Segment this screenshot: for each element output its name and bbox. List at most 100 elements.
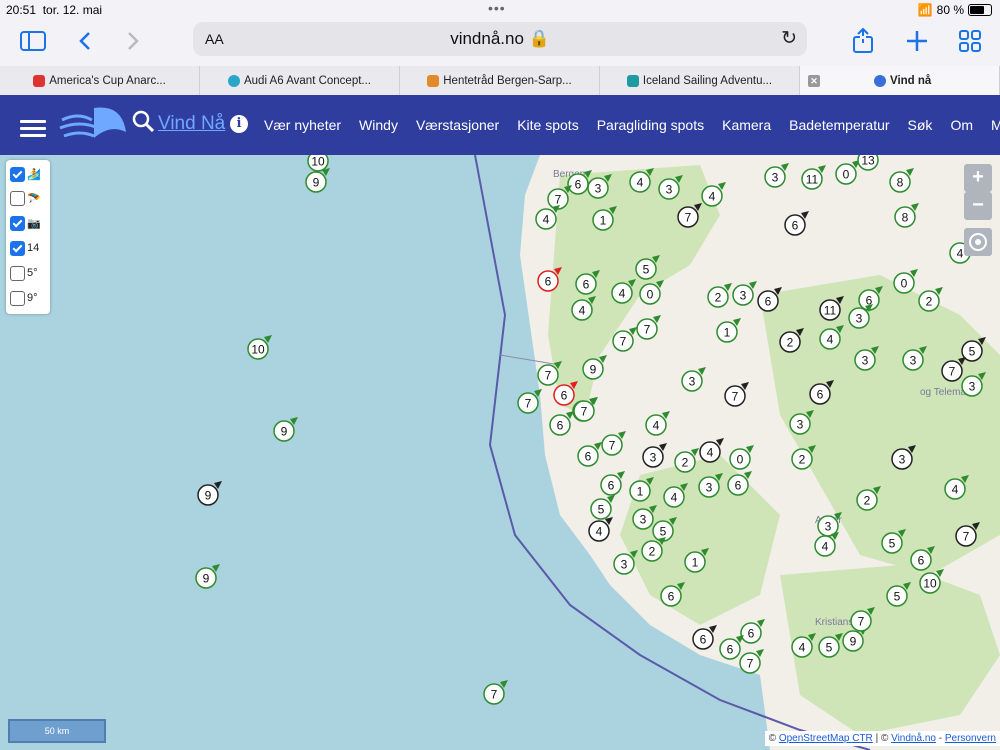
wind-speed-value: 9 bbox=[203, 572, 210, 586]
wind-speed-value: 4 bbox=[799, 641, 806, 655]
layer-control: 🏄 🪂 📷 14 5° 9° bbox=[6, 160, 50, 314]
wind-speed-value: 6 bbox=[792, 219, 799, 233]
osm-link[interactable]: OpenStreetMap CTR bbox=[779, 733, 873, 744]
wind-speed-value: 3 bbox=[856, 312, 863, 326]
wind-speed-value: 3 bbox=[706, 481, 713, 495]
menu-item-windy[interactable]: Windy bbox=[359, 117, 398, 133]
wind-station-marker[interactable]: 9 bbox=[195, 564, 220, 589]
close-tab-icon[interactable]: ✕ bbox=[808, 74, 820, 87]
wind-speed-value: 3 bbox=[689, 375, 696, 389]
menu-item-about[interactable]: Om bbox=[950, 117, 973, 133]
wind-station-marker[interactable]: 9 bbox=[273, 417, 298, 442]
wind-speed-value: 1 bbox=[637, 485, 644, 499]
layer-wind[interactable]: 14 bbox=[10, 238, 48, 258]
sailing-favicon-icon bbox=[626, 74, 639, 87]
menu-item-kite[interactable]: Kite spots bbox=[517, 117, 578, 133]
wind-speed-value: 3 bbox=[595, 182, 602, 196]
camera-checkbox[interactable] bbox=[10, 215, 25, 231]
url-text[interactable]: vindnå.no 🔒 bbox=[193, 29, 807, 49]
wind-speed-value: 0 bbox=[737, 453, 744, 467]
menu-item-mine[interactable]: Minsi bbox=[991, 117, 1000, 133]
wind-speed-value: 2 bbox=[715, 291, 722, 305]
tab-americas-cup[interactable]: America's Cup Anarc... bbox=[0, 66, 200, 95]
wind-station-marker[interactable]: 10 bbox=[247, 335, 272, 360]
menu-item-news[interactable]: Vær nyheter bbox=[264, 117, 341, 133]
wind-speed-value: 6 bbox=[545, 275, 552, 289]
wind-speed-value: 1 bbox=[724, 326, 731, 340]
zoom-out-button[interactable]: − bbox=[964, 192, 992, 220]
locate-button[interactable] bbox=[964, 228, 992, 256]
layer-camera[interactable]: 📷 bbox=[10, 213, 48, 233]
tab-hentetrad[interactable]: Hentetråd Bergen-Sarp... bbox=[400, 66, 600, 95]
menu-item-stations[interactable]: Værstasjoner bbox=[416, 117, 499, 133]
wind-station-marker[interactable]: 9 bbox=[305, 168, 330, 193]
water-temp-checkbox[interactable] bbox=[10, 290, 25, 306]
info-icon[interactable]: i bbox=[230, 115, 248, 133]
locate-icon bbox=[969, 233, 987, 251]
wind-speed-value: 6 bbox=[575, 178, 582, 192]
wind-station-marker[interactable]: 9 bbox=[197, 481, 222, 506]
map-canvas[interactable]: Bergenog TelemarkAgderKristiansand 10910… bbox=[0, 155, 1000, 750]
layer-temperature[interactable]: 5° bbox=[10, 263, 48, 283]
wind-speed-value: 7 bbox=[609, 439, 616, 453]
wind-speed-value: 7 bbox=[491, 688, 498, 702]
hamburger-menu-icon[interactable] bbox=[20, 120, 46, 137]
wind-speed-value: 11 bbox=[806, 173, 819, 187]
wind-speed-value: 2 bbox=[649, 545, 656, 559]
menu-item-search[interactable]: Søk bbox=[908, 117, 933, 133]
menu-item-bathing[interactable]: Badetemperatur bbox=[789, 117, 889, 133]
wind-speed-value: 3 bbox=[969, 380, 976, 394]
tab-overview-icon[interactable] bbox=[955, 26, 985, 56]
forward-icon[interactable] bbox=[118, 26, 148, 56]
layer-paraglider[interactable]: 🪂 bbox=[10, 188, 48, 208]
wind-station-marker[interactable]: 7 bbox=[483, 680, 508, 705]
new-tab-icon[interactable] bbox=[902, 26, 932, 56]
map-attribution: © OpenStreetMap CTR | © Vindnå.no - Pers… bbox=[764, 731, 1000, 746]
wifi-icon: 📶 bbox=[917, 3, 933, 17]
wind-logo-icon[interactable] bbox=[58, 102, 130, 148]
site-link[interactable]: Vindnå.no bbox=[891, 733, 936, 744]
wind-speed-value: 3 bbox=[772, 171, 779, 185]
tab-audi[interactable]: Audi A6 Avant Concept... bbox=[200, 66, 400, 95]
wind-station-marker[interactable]: 7 bbox=[517, 389, 542, 414]
wind-speed-value: 3 bbox=[910, 354, 917, 368]
tab-iceland[interactable]: Iceland Sailing Adventu... bbox=[600, 66, 800, 95]
back-icon[interactable] bbox=[70, 26, 100, 56]
layer-water-temp[interactable]: 9° bbox=[10, 288, 48, 308]
layer-kite[interactable]: 🏄 bbox=[10, 164, 48, 184]
wind-speed-value: 7 bbox=[545, 369, 552, 383]
status-right: 📶 80 % bbox=[918, 3, 992, 17]
wind-checkbox[interactable] bbox=[10, 240, 25, 256]
wind-speed-value: 5 bbox=[826, 641, 833, 655]
wind-speed-value: 7 bbox=[581, 405, 588, 419]
zoom-in-button[interactable]: + bbox=[964, 164, 992, 192]
brand-link[interactable]: Vind Nå bbox=[158, 113, 225, 135]
browser-toolbar: AA vindnå.no 🔒 ↻ bbox=[0, 20, 1000, 62]
wind-speed-value: 9 bbox=[205, 489, 212, 503]
wind-speed-value: 4 bbox=[827, 333, 834, 347]
multitask-dots[interactable]: ••• bbox=[488, 0, 506, 16]
kite-checkbox[interactable] bbox=[10, 166, 25, 182]
wind-speed-value: 9 bbox=[313, 176, 320, 190]
paraglider-checkbox[interactable] bbox=[10, 190, 25, 206]
share-icon[interactable] bbox=[848, 26, 878, 56]
menu-item-camera[interactable]: Kamera bbox=[722, 117, 771, 133]
tab-vindna[interactable]: ✕ Vind nå bbox=[800, 66, 1000, 95]
battery-icon bbox=[968, 4, 992, 16]
search-icon[interactable] bbox=[132, 110, 155, 138]
privacy-link[interactable]: Personvern bbox=[945, 733, 996, 744]
wind-speed-value: 5 bbox=[894, 590, 901, 604]
wind-speed-value: 7 bbox=[747, 657, 754, 671]
reload-icon[interactable]: ↻ bbox=[781, 27, 797, 50]
wind-speed-value: 4 bbox=[822, 540, 829, 554]
kite-icon: 🏄 bbox=[27, 168, 41, 181]
temperature-checkbox[interactable] bbox=[10, 265, 25, 281]
map-view[interactable]: Bergenog TelemarkAgderKristiansand 10910… bbox=[0, 155, 1000, 750]
wind-speed-value: 1 bbox=[692, 556, 699, 570]
sidebar-icon[interactable] bbox=[18, 26, 48, 56]
wind-speed-value: 4 bbox=[952, 483, 959, 497]
wind-speed-value: 3 bbox=[740, 289, 747, 303]
map-scale: 50 km bbox=[8, 719, 106, 743]
menu-item-paragliding[interactable]: Paragliding spots bbox=[597, 117, 704, 133]
address-bar[interactable]: AA vindnå.no 🔒 ↻ bbox=[193, 22, 807, 56]
